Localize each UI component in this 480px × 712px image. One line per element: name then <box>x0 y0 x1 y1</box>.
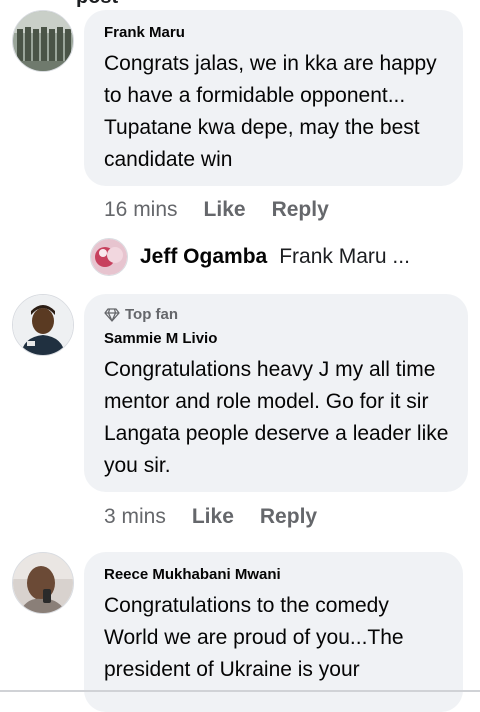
comment-author[interactable]: Frank Maru <box>104 24 447 42</box>
top-fan-label: Top fan <box>125 306 179 323</box>
reply-button[interactable]: Reply <box>272 198 329 222</box>
avatar-sammie-m-livio[interactable] <box>12 294 74 356</box>
avatar-image <box>91 239 127 275</box>
comment-text: Congrats jalas, we in kka are happy to h… <box>104 52 437 171</box>
avatar-image <box>13 11 73 71</box>
reply-avatar <box>90 238 128 276</box>
avatar-reece-mukhabani-mwani[interactable] <box>12 552 74 614</box>
comment-bubble[interactable]: Top fan Sammie M Livio Congratulations h… <box>84 294 468 492</box>
comment-text: Congratulations to the comedy World we a… <box>104 594 404 681</box>
comment-bubble[interactable]: Frank Maru Congrats jalas, we in kka are… <box>84 10 463 186</box>
post-header-cut: post <box>76 0 118 9</box>
comment-meta: 3 mins Like Reply <box>104 505 343 529</box>
comment-author[interactable]: Reece Mukhabani Mwani <box>104 566 447 584</box>
comment-author[interactable]: Sammie M Livio <box>104 330 452 348</box>
like-button[interactable]: Like <box>192 505 234 529</box>
avatar-frank-maru[interactable] <box>12 10 74 72</box>
avatar-image <box>13 295 73 355</box>
comment-meta: 16 mins Like Reply <box>104 198 355 222</box>
reply-button[interactable]: Reply <box>260 505 317 529</box>
comment-bubble[interactable]: Reece Mukhabani Mwani Congratulations to… <box>84 552 463 712</box>
reply-preview[interactable]: Jeff Ogamba Frank Maru ... <box>90 238 410 276</box>
reply-text: Frank Maru ... <box>279 245 410 268</box>
bottom-divider <box>0 690 480 692</box>
avatar-image <box>13 553 73 613</box>
like-button[interactable]: Like <box>204 198 246 222</box>
diamond-icon <box>104 308 120 322</box>
comment-time[interactable]: 3 mins <box>104 505 166 529</box>
comment-time[interactable]: 16 mins <box>104 198 178 222</box>
comment-text: Congratulations heavy J my all time ment… <box>104 358 449 477</box>
top-fan-badge: Top fan <box>104 306 452 324</box>
reply-author[interactable]: Jeff Ogamba <box>140 245 267 269</box>
